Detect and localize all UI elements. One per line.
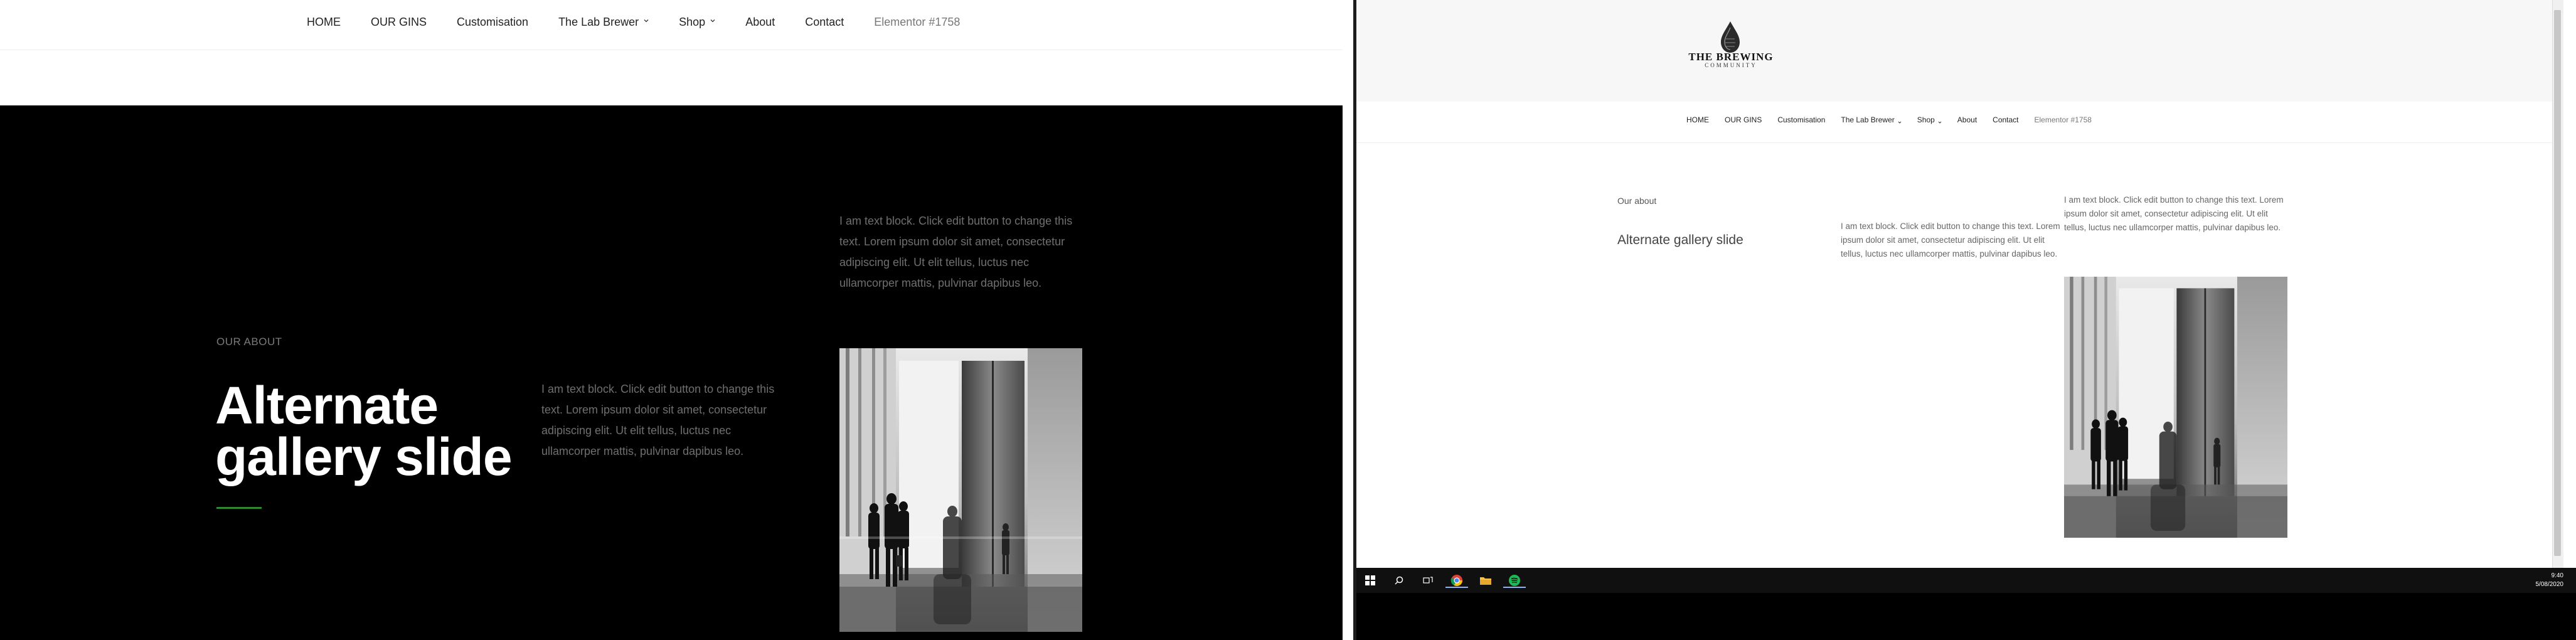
windows-start-icon[interactable] <box>1363 573 1378 588</box>
nav-item-shop[interactable]: Shop <box>679 16 715 29</box>
nav-item-customisation[interactable]: Customisation <box>457 16 528 29</box>
nav-menu: HOME OUR GINS Customisation The Lab Brew… <box>1686 115 2107 124</box>
section-title: Alternate gallery slide <box>215 376 513 486</box>
nav-item-about[interactable]: About <box>1957 115 1977 124</box>
text-block: I am text block. Click edit button to ch… <box>1841 221 2060 259</box>
nav-item-elementor[interactable]: Elementor #1758 <box>874 16 960 29</box>
system-clock[interactable]: 9:40 5/08/2020 <box>2536 572 2564 589</box>
nav-menu: HOME OUR GINS Customisation The Lab Brew… <box>307 14 990 29</box>
nav-item-label: Shop <box>1917 115 1935 124</box>
desktop-background <box>1356 593 2576 640</box>
chevron-down-icon <box>644 18 649 23</box>
section-title: Alternate gallery slide <box>1617 233 1743 247</box>
text-block: I am text block. Click edit button to ch… <box>541 383 775 457</box>
nav-item-customisation[interactable]: Customisation <box>1777 115 1825 124</box>
nav-item-label: The Lab Brewer <box>1841 115 1895 124</box>
chevron-down-icon <box>1898 117 1902 124</box>
nav-item-label: The Lab Brewer <box>558 15 639 28</box>
chevron-down-icon <box>1938 117 1942 124</box>
nav-item-about[interactable]: About <box>745 16 775 29</box>
title-underline <box>216 507 262 509</box>
text-block: I am text block. Click edit button to ch… <box>839 215 1073 289</box>
nav-item-home[interactable]: HOME <box>307 16 341 29</box>
windows-taskbar: 9:40 5/08/2020 <box>1356 568 2576 593</box>
main-navigation: HOME OUR GINS Customisation The Lab Brew… <box>1356 102 2552 143</box>
page-scrollbar-thumb[interactable] <box>2554 10 2561 556</box>
clock-date: 5/08/2020 <box>2535 581 2564 588</box>
nav-item-label: Shop <box>679 15 706 28</box>
chevron-down-icon <box>710 18 715 23</box>
about-section <box>0 105 1343 640</box>
gallery-photo <box>2064 277 2287 538</box>
task-view-icon[interactable] <box>1420 573 1435 588</box>
text-block: I am text block. Click edit button to ch… <box>2064 195 2284 232</box>
right-browser-pane: THE BREWING COMMUNITY HOME OUR GINS Cust… <box>1356 0 2576 640</box>
brand-name[interactable]: THE BREWING <box>1668 51 1794 63</box>
section-eyebrow: OUR ABOUT <box>216 336 282 348</box>
drop-logo-icon[interactable] <box>1717 20 1743 54</box>
brand-tagline: COMMUNITY <box>1705 62 1757 68</box>
nav-item-the-lab-brewer[interactable]: The Lab Brewer <box>558 16 649 29</box>
spotify-icon[interactable] <box>1503 573 1526 588</box>
file-explorer-icon[interactable] <box>1478 573 1493 588</box>
search-icon[interactable] <box>1392 573 1407 588</box>
nav-item-shop[interactable]: Shop <box>1917 115 1942 124</box>
nav-item-the-lab-brewer[interactable]: The Lab Brewer <box>1841 115 1902 124</box>
nav-item-contact[interactable]: Contact <box>805 16 844 29</box>
nav-item-elementor[interactable]: Elementor #1758 <box>2035 115 2092 124</box>
section-eyebrow: Our about <box>1617 196 1657 206</box>
site-header: THE BREWING COMMUNITY <box>1356 0 2552 102</box>
chrome-icon[interactable] <box>1445 573 1468 588</box>
nav-item-home[interactable]: HOME <box>1686 115 1709 124</box>
left-browser-pane: HOME OUR GINS Customisation The Lab Brew… <box>0 0 1343 640</box>
nav-item-our-gins[interactable]: OUR GINS <box>371 16 427 29</box>
nav-item-contact[interactable]: Contact <box>1993 115 2018 124</box>
gallery-photo <box>839 348 1082 632</box>
main-navigation: HOME OUR GINS Customisation The Lab Brew… <box>0 0 1343 50</box>
clock-time: 9:40 <box>2551 572 2563 579</box>
active-app-indicator <box>1445 587 1468 588</box>
screen: HOME OUR GINS Customisation The Lab Brew… <box>0 0 2576 640</box>
nav-item-our-gins[interactable]: OUR GINS <box>1725 115 1762 124</box>
active-app-indicator <box>1503 587 1526 588</box>
